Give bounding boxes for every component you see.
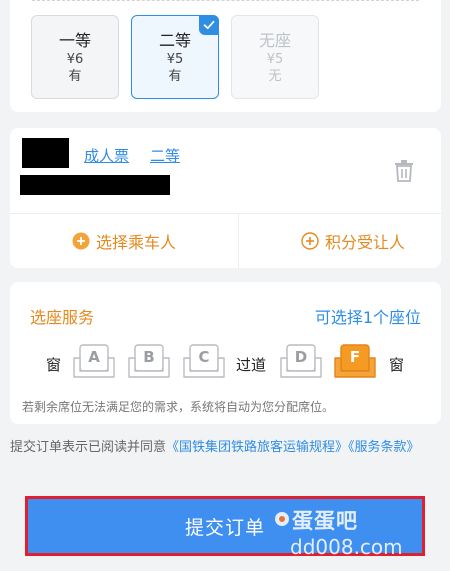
plus-circle-icon [72,232,90,250]
passenger-card: 成人票 二等 选择乘车人 积分受让人 [10,128,441,268]
dashed-divider [32,0,419,1]
aisle-label: 过道 [236,356,267,374]
seat-class-card: 一等 ¥6 有 二等 ¥5 有 无座 ¥5 无 [10,0,441,112]
watermark: 蛋蛋吧 dd008.com [274,505,414,561]
redacted-name [22,138,69,168]
redacted-id [20,175,170,195]
trash-icon[interactable] [395,160,413,186]
seat-class-availability: 有 [168,69,182,84]
seat-class-name: 无座 [258,31,291,50]
watermark-logo-icon [274,511,290,531]
seat-class-standing[interactable]: 无座 ¥5 无 [231,15,319,99]
seat-letter: B [143,348,155,366]
seat-d[interactable]: D [280,344,322,380]
agreement-text: 提交订单表示已阅读并同意《国铁集团铁路旅客运输规程》《服务条款》 [10,438,435,458]
points-transfer-button[interactable]: 积分受让人 [239,214,450,268]
seat-b[interactable]: B [128,344,170,380]
ticket-type-link[interactable]: 成人票 [84,145,129,166]
window-label-left: 窗 [46,356,62,374]
seat-class-price: ¥5 [166,52,184,67]
seat-c[interactable]: C [183,344,225,380]
seat-class-price: ¥5 [266,52,284,67]
seat-letter: C [198,348,210,366]
watermark-domain: dd008.com [290,535,403,559]
seat-class-second[interactable]: 二等 ¥5 有 [131,15,219,99]
seat-class-price: ¥6 [66,52,84,67]
seat-class-availability: 无 [268,69,282,84]
checkmark-icon [199,15,219,35]
watermark-name: 蛋蛋吧 [292,509,358,533]
window-label-right: 窗 [389,356,405,374]
seat-class-availability: 有 [68,69,82,84]
select-passenger-label: 选择乘车人 [95,233,176,252]
plus-circle-icon [301,232,319,250]
seat-count-text: 可选择1个座位 [314,308,421,327]
seat-f[interactable]: F [334,344,376,380]
seat-class-name: 一等 [58,31,91,50]
terms-link[interactable]: 《服务条款》 [348,440,420,455]
seat-service-title: 选座服务 [30,308,95,327]
seat-letter: D [294,348,308,366]
select-passenger-button[interactable]: 选择乘车人 [10,214,238,268]
rules-link[interactable]: 《国铁集团铁路旅客运输规程》 [166,440,348,455]
seat-class-link[interactable]: 二等 [150,145,180,166]
seat-selection-card: 选座服务 可选择1个座位 窗 A B C 过道 D F 窗 若剩余席位无法满足您… [10,282,441,424]
seat-assignment-note: 若剩余席位无法满足您的需求，系统将自动为您分配席位。 [22,400,335,414]
seat-class-first[interactable]: 一等 ¥6 有 [31,15,119,99]
points-transfer-label: 积分受让人 [324,233,405,252]
seat-letter: A [88,348,100,366]
seat-letter: F [349,348,361,366]
agreement-prefix: 提交订单表示已阅读并同意 [10,440,167,455]
seat-a[interactable]: A [73,344,115,380]
